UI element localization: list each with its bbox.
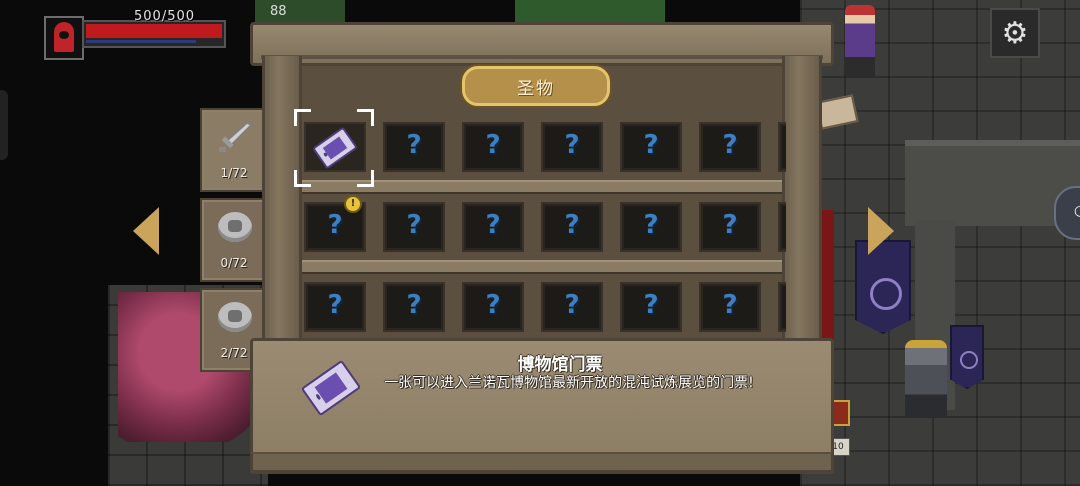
npc-merchant[interactable] [845, 5, 875, 77]
question-mark-icon: ? [722, 290, 738, 320]
top-counter: 88 [270, 4, 287, 19]
locked-relic-slot[interactable]: ? [304, 282, 366, 332]
item-description: 一张可以进入兰诺瓦博物馆最新开放的混沌试炼展览的门票! [384, 375, 754, 391]
question-mark-icon: ? [643, 210, 659, 240]
locked-relic-slot[interactable]: ? [778, 122, 786, 172]
game-screen: 10 500/500 88 ⚙ ○ 1/72 0/72 2/72 圣物 ????… [0, 0, 1080, 486]
question-mark-icon: ? [643, 130, 659, 160]
grass-patch [255, 0, 345, 22]
hooded-avatar-icon [54, 22, 74, 52]
settings-button[interactable]: ⚙ [990, 8, 1040, 58]
locked-relic-slot[interactable]: ? [699, 122, 761, 172]
question-mark-icon: ? [406, 210, 422, 240]
locked-relic-slot[interactable]: ? [383, 282, 445, 332]
health-bar [82, 20, 226, 48]
question-mark-icon: ? [780, 210, 786, 240]
question-mark-icon: ? [327, 290, 343, 320]
gear-icon: ⚙ [1001, 15, 1029, 51]
question-mark-icon: ? [722, 130, 738, 160]
player-portrait [44, 16, 84, 60]
tab-count: 0/72 [220, 256, 248, 270]
item-name: 博物馆门票 [517, 355, 603, 375]
pouch-icon [216, 300, 254, 334]
locked-relic-slot[interactable]: ? [778, 282, 786, 332]
question-mark-icon: ? [780, 290, 786, 320]
question-mark-icon: ? [564, 210, 580, 240]
sword-icon [216, 120, 254, 154]
question-mark-icon: ? [485, 130, 501, 160]
locked-relic-slot[interactable]: ? [541, 202, 603, 252]
relic-grid: ???????????????????? [304, 122, 786, 342]
locked-relic-slot[interactable]: ? [778, 202, 786, 252]
locked-relic-slot[interactable]: ? [383, 122, 445, 172]
health-text: 500/500 [134, 9, 196, 24]
question-mark-icon: ? [780, 130, 786, 160]
question-mark-icon: ? [643, 290, 659, 320]
prev-page-arrow-icon[interactable] [133, 207, 159, 255]
locked-relic-slot[interactable]: ? [541, 122, 603, 172]
locked-relic-slot[interactable]: ? [620, 202, 682, 252]
new-item-badge: ! [344, 195, 362, 213]
locked-relic-slot[interactable]: ? [462, 122, 524, 172]
question-mark-icon: ? [327, 210, 343, 240]
player-knight [905, 340, 947, 418]
purple-banner [950, 325, 984, 389]
locked-relic-slot[interactable]: ? [620, 282, 682, 332]
question-mark-icon: ? [485, 210, 501, 240]
tab-weapons[interactable]: 1/72 [200, 108, 266, 192]
question-mark-icon: ? [722, 210, 738, 240]
cabinet-crown [250, 22, 834, 66]
menu-icon: ○ [1074, 203, 1080, 219]
locked-relic-slot[interactable]: ? [462, 202, 524, 252]
next-page-arrow-icon[interactable] [868, 207, 894, 255]
shield-icon [216, 210, 254, 244]
locked-relic-slot[interactable]: ? [699, 282, 761, 332]
locked-relic-slot[interactable]: ? [699, 202, 761, 252]
question-mark-icon: ? [485, 290, 501, 320]
locked-relic-slot[interactable]: ? [620, 122, 682, 172]
screen-edge [0, 90, 8, 160]
panel-title: 圣物 [462, 66, 610, 106]
health-bar-fill [86, 24, 222, 38]
mana-bar [86, 40, 196, 43]
question-mark-icon: ? [406, 290, 422, 320]
grass-patch [515, 0, 665, 22]
tab-armor[interactable]: 0/72 [200, 198, 266, 282]
locked-relic-slot[interactable]: ? [541, 282, 603, 332]
locked-relic-slot[interactable]: ? [383, 202, 445, 252]
cabinet-base [250, 452, 834, 473]
locked-relic-slot[interactable]: ? [462, 282, 524, 332]
tab-count: 1/72 [220, 166, 248, 180]
question-mark-icon: ? [406, 130, 422, 160]
question-mark-icon: ? [564, 130, 580, 160]
question-mark-icon: ? [564, 290, 580, 320]
